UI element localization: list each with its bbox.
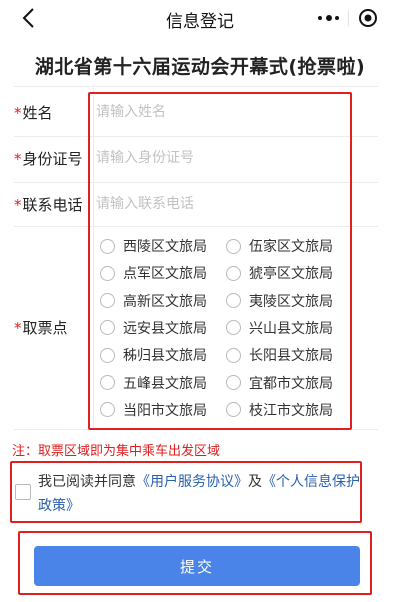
form-top-divider [14, 86, 378, 87]
pickup-option-label: 宜都市文旅局 [249, 375, 333, 392]
pickup-option[interactable]: 秭归县文旅局 [100, 344, 207, 366]
radio-circle-icon[interactable] [100, 238, 115, 254]
pickup-option-label: 远安县文旅局 [123, 320, 207, 337]
submit-button[interactable]: 提交 [34, 546, 360, 586]
pickup-option-label: 猇亭区文旅局 [249, 266, 333, 283]
radio-circle-icon[interactable] [226, 238, 241, 254]
required-mark: * [14, 104, 22, 122]
radio-circle-icon[interactable] [226, 375, 241, 390]
radio-circle-icon[interactable] [226, 402, 241, 418]
phone-label: *联系电话 [14, 196, 83, 214]
name-input[interactable] [96, 101, 346, 123]
pickup-option[interactable]: 点军区文旅局 [100, 262, 207, 284]
radio-circle-icon[interactable] [100, 375, 115, 390]
row-divider [14, 136, 378, 137]
pickup-option-label: 伍家区文旅局 [249, 239, 333, 255]
form-bottom-divider [14, 429, 378, 430]
pickup-option-label: 枝江市文旅局 [249, 402, 333, 419]
required-mark: * [14, 319, 22, 337]
pickup-option[interactable]: 猇亭区文旅局 [226, 262, 333, 284]
pickup-option-label: 兴山县文旅局 [249, 320, 333, 337]
radio-circle-icon[interactable] [100, 347, 115, 363]
pickup-notice: 注：取票区域即为集中乘车出发区域 [12, 444, 221, 459]
radio-circle-icon[interactable] [226, 347, 241, 363]
radio-circle-icon[interactable] [100, 402, 115, 418]
radio-circle-icon[interactable] [100, 265, 115, 281]
pickup-option[interactable]: 枝江市文旅局 [226, 399, 333, 421]
pickup-option-label: 长阳县文旅局 [249, 348, 333, 365]
target-close-icon[interactable] [358, 8, 378, 28]
row-divider [14, 226, 378, 227]
agreement-checkbox[interactable] [15, 484, 31, 500]
pickup-option[interactable]: 远安县文旅局 [100, 317, 207, 339]
pickup-option-label: 高新区文旅局 [123, 293, 207, 310]
required-mark: * [14, 150, 22, 168]
pickup-option[interactable]: 宜都市文旅局 [226, 372, 333, 394]
pickup-option-label: 西陵区文旅局 [123, 239, 207, 255]
capsule-divider [348, 10, 349, 26]
pickup-option[interactable]: 西陵区文旅局 [100, 235, 207, 257]
pickup-option[interactable]: 当阳市文旅局 [100, 399, 207, 421]
pickup-option[interactable]: 夷陵区文旅局 [226, 290, 333, 312]
id-number-input[interactable] [96, 147, 346, 169]
pickup-option-label: 秭归县文旅局 [123, 348, 207, 365]
row-divider [14, 182, 378, 183]
radio-circle-icon[interactable] [100, 320, 115, 336]
label-column-divider [93, 86, 94, 430]
pickup-label: *取票点 [14, 319, 68, 337]
agreement-text: 我已阅读并同意《用户服务协议》及《个人信息保护政策》 [38, 474, 360, 514]
radio-circle-icon[interactable] [226, 320, 241, 336]
user-agreement-link[interactable]: 《用户服务协议》 [136, 474, 248, 490]
radio-circle-icon[interactable] [100, 293, 115, 309]
pickup-option-label: 点军区文旅局 [123, 266, 207, 283]
radio-circle-icon[interactable] [226, 265, 241, 281]
required-mark: * [14, 196, 22, 214]
nav-capsule [308, 4, 386, 32]
radio-circle-icon[interactable] [226, 293, 241, 309]
pickup-option-label: 夷陵区文旅局 [249, 293, 333, 310]
nav-bar: 信息登记 [0, 0, 400, 38]
page-title: 湖北省第十六届运动会开幕式(抢票啦) [34, 56, 366, 78]
pickup-option[interactable]: 伍家区文旅局 [226, 235, 333, 257]
pickup-option[interactable]: 兴山县文旅局 [226, 317, 333, 339]
pickup-option[interactable]: 五峰县文旅局 [100, 372, 207, 394]
pickup-option-label: 当阳市文旅局 [123, 402, 207, 419]
pickup-option[interactable]: 长阳县文旅局 [226, 344, 333, 366]
name-label: *姓名 [14, 104, 53, 122]
phone-input[interactable] [96, 193, 346, 215]
id-number-label: *身份证号 [14, 150, 83, 168]
more-dots-icon[interactable] [312, 6, 346, 30]
pickup-option[interactable]: 高新区文旅局 [100, 290, 207, 312]
pickup-option-label: 五峰县文旅局 [123, 375, 207, 392]
